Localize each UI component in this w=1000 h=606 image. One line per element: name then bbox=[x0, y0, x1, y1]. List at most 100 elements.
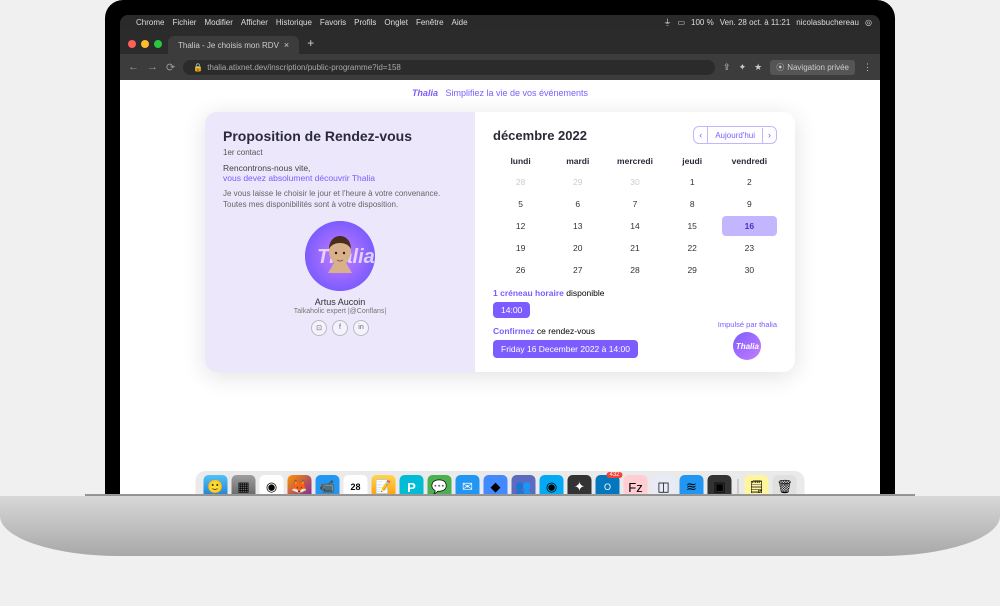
menu-item[interactable]: Afficher bbox=[241, 18, 268, 27]
calendar-day[interactable]: 20 bbox=[550, 238, 605, 258]
calendar-day[interactable]: 30 bbox=[607, 172, 662, 192]
intro-line-1: Rencontrons-nous vite, bbox=[223, 163, 457, 173]
siri-icon[interactable]: ◎ bbox=[865, 18, 872, 27]
chrome-toolbar: ← → ⟳ 🔒 thalia.atixnet.dev/inscription/p… bbox=[120, 54, 880, 80]
card-left-panel: Proposition de Rendez-vous 1er contact R… bbox=[205, 112, 475, 372]
calendar-day[interactable]: 22 bbox=[665, 238, 720, 258]
macos-menubar: Chrome Fichier Modifier Afficher Histori… bbox=[120, 15, 880, 30]
chrome-tabstrip: Thalia - Je choisis mon RDV × + bbox=[120, 30, 880, 54]
menu-item[interactable]: Aide bbox=[452, 18, 468, 27]
calendar-grid: lundimardimercredijeudivendredi282930125… bbox=[493, 152, 777, 280]
lock-icon: 🔒 bbox=[193, 63, 203, 72]
calendar-day[interactable]: 27 bbox=[550, 260, 605, 280]
menu-item[interactable]: Historique bbox=[276, 18, 312, 27]
calendar-day[interactable]: 15 bbox=[665, 216, 720, 236]
slot-availability: 1 créneau horaire disponible bbox=[493, 288, 777, 298]
calendar-day[interactable]: 5 bbox=[493, 194, 548, 214]
calendar-day[interactable]: 1 bbox=[665, 172, 720, 192]
card-title: Proposition de Rendez-vous bbox=[223, 128, 457, 144]
calendar-day[interactable]: 14 bbox=[607, 216, 662, 236]
powered-by: Impulsé par thalia Thalia bbox=[718, 320, 777, 360]
incognito-icon: ⦿ bbox=[776, 62, 784, 73]
card-subtitle: 1er contact bbox=[223, 148, 457, 157]
instagram-icon[interactable]: ⊡ bbox=[311, 320, 327, 336]
calendar-next-button[interactable]: › bbox=[763, 127, 776, 143]
time-slot-chip[interactable]: 14:00 bbox=[493, 302, 530, 318]
calendar-day[interactable]: 19 bbox=[493, 238, 548, 258]
menubar-datetime[interactable]: Ven. 28 oct. à 11:21 bbox=[720, 18, 791, 27]
host-name: Artus Aucoin bbox=[315, 297, 366, 307]
reload-button[interactable]: ⟳ bbox=[166, 61, 175, 74]
thalia-logo-icon[interactable]: Thalia bbox=[733, 332, 761, 360]
calendar-nav: ‹ Aujourd'hui › bbox=[693, 126, 777, 144]
calendar-day[interactable]: 26 bbox=[493, 260, 548, 280]
calendar-day[interactable]: 21 bbox=[607, 238, 662, 258]
tab-close-icon[interactable]: × bbox=[284, 40, 289, 50]
menu-item[interactable]: Profils bbox=[354, 18, 376, 27]
menu-item[interactable]: Fichier bbox=[172, 18, 196, 27]
extensions-icon[interactable]: ✦ bbox=[739, 62, 747, 73]
calendar-day[interactable]: 23 bbox=[722, 238, 777, 258]
new-tab-button[interactable]: + bbox=[299, 36, 322, 54]
tab-title: Thalia - Je choisis mon RDV bbox=[178, 41, 279, 50]
calendar-prev-button[interactable]: ‹ bbox=[694, 127, 708, 143]
menu-item[interactable]: Modifier bbox=[204, 18, 232, 27]
battery-icon[interactable]: ▭ bbox=[677, 18, 685, 27]
calendar-dow: mardi bbox=[550, 152, 605, 170]
menu-item[interactable]: Fenêtre bbox=[416, 18, 444, 27]
calendar-dow: mercredi bbox=[607, 152, 662, 170]
calendar-day[interactable]: 9 bbox=[722, 194, 777, 214]
calendar-month: décembre 2022 bbox=[493, 128, 587, 143]
facebook-icon[interactable]: f bbox=[332, 320, 348, 336]
bookmark-icon[interactable]: ★ bbox=[754, 62, 762, 73]
forward-button[interactable]: → bbox=[147, 61, 158, 73]
host-role: Talkaholic expert |@Conflans| bbox=[294, 308, 386, 315]
calendar-day[interactable]: 8 bbox=[665, 194, 720, 214]
share-icon[interactable]: ⇪ bbox=[723, 62, 731, 73]
laptop-base bbox=[0, 496, 1000, 556]
tagline: Simplifiez la vie de vos événements bbox=[445, 88, 588, 98]
calendar-dow: vendredi bbox=[722, 152, 777, 170]
calendar-day[interactable]: 13 bbox=[550, 216, 605, 236]
card-right-panel: décembre 2022 ‹ Aujourd'hui › lundimardi… bbox=[475, 112, 795, 372]
chrome-menu-icon[interactable]: ⋮ bbox=[863, 62, 872, 73]
calendar-day[interactable]: 12 bbox=[493, 216, 548, 236]
linkedin-icon[interactable]: in bbox=[353, 320, 369, 336]
calendar-day[interactable]: 28 bbox=[493, 172, 548, 192]
calendar-day[interactable]: 29 bbox=[550, 172, 605, 192]
calendar-day[interactable]: 7 bbox=[607, 194, 662, 214]
menu-item[interactable]: Favoris bbox=[320, 18, 346, 27]
browser-tab[interactable]: Thalia - Je choisis mon RDV × bbox=[168, 36, 299, 54]
calendar-day[interactable]: 30 bbox=[722, 260, 777, 280]
intro-line-3: Je vous laisse le choisir le jour et l'h… bbox=[223, 189, 457, 211]
wifi-icon[interactable]: ⏚ bbox=[663, 17, 671, 28]
menubar-app[interactable]: Chrome bbox=[136, 18, 164, 27]
calendar-day[interactable]: 16 bbox=[722, 216, 777, 236]
calendar-today-button[interactable]: Aujourd'hui bbox=[708, 128, 763, 143]
battery-pct: 100 % bbox=[691, 18, 714, 27]
confirm-appointment-button[interactable]: Friday 16 December 2022 à 14:00 bbox=[493, 340, 638, 358]
calendar-day[interactable]: 29 bbox=[665, 260, 720, 280]
address-bar[interactable]: 🔒 thalia.atixnet.dev/inscription/public-… bbox=[183, 60, 715, 75]
menu-item[interactable]: Onglet bbox=[384, 18, 408, 27]
intro-line-2: vous devez absolument découvrir Thalia bbox=[223, 173, 457, 183]
brand-logo[interactable]: Thalia bbox=[412, 88, 438, 98]
calendar-dow: jeudi bbox=[665, 152, 720, 170]
incognito-badge: ⦿ Navigation privée bbox=[770, 60, 855, 75]
window-zoom-button[interactable] bbox=[154, 40, 162, 48]
calendar-day[interactable]: 28 bbox=[607, 260, 662, 280]
laptop-frame: Chrome Fichier Modifier Afficher Histori… bbox=[0, 0, 1000, 606]
screen-inner: Chrome Fichier Modifier Afficher Histori… bbox=[120, 15, 880, 505]
back-button[interactable]: ← bbox=[128, 61, 139, 73]
laptop-screen: Chrome Fichier Modifier Afficher Histori… bbox=[105, 0, 895, 505]
calendar-day[interactable]: 6 bbox=[550, 194, 605, 214]
appointment-card: Proposition de Rendez-vous 1er contact R… bbox=[205, 112, 795, 372]
page-header: Thalia Simplifiez la vie de vos événemen… bbox=[120, 80, 880, 106]
url-text: thalia.atixnet.dev/inscription/public-pr… bbox=[207, 63, 401, 72]
calendar-day[interactable]: 2 bbox=[722, 172, 777, 192]
page-content: Thalia Simplifiez la vie de vos événemen… bbox=[120, 80, 880, 505]
window-close-button[interactable] bbox=[128, 40, 136, 48]
menubar-user[interactable]: nicolasbuchereau bbox=[796, 18, 859, 27]
window-minimize-button[interactable] bbox=[141, 40, 149, 48]
calendar-dow: lundi bbox=[493, 152, 548, 170]
